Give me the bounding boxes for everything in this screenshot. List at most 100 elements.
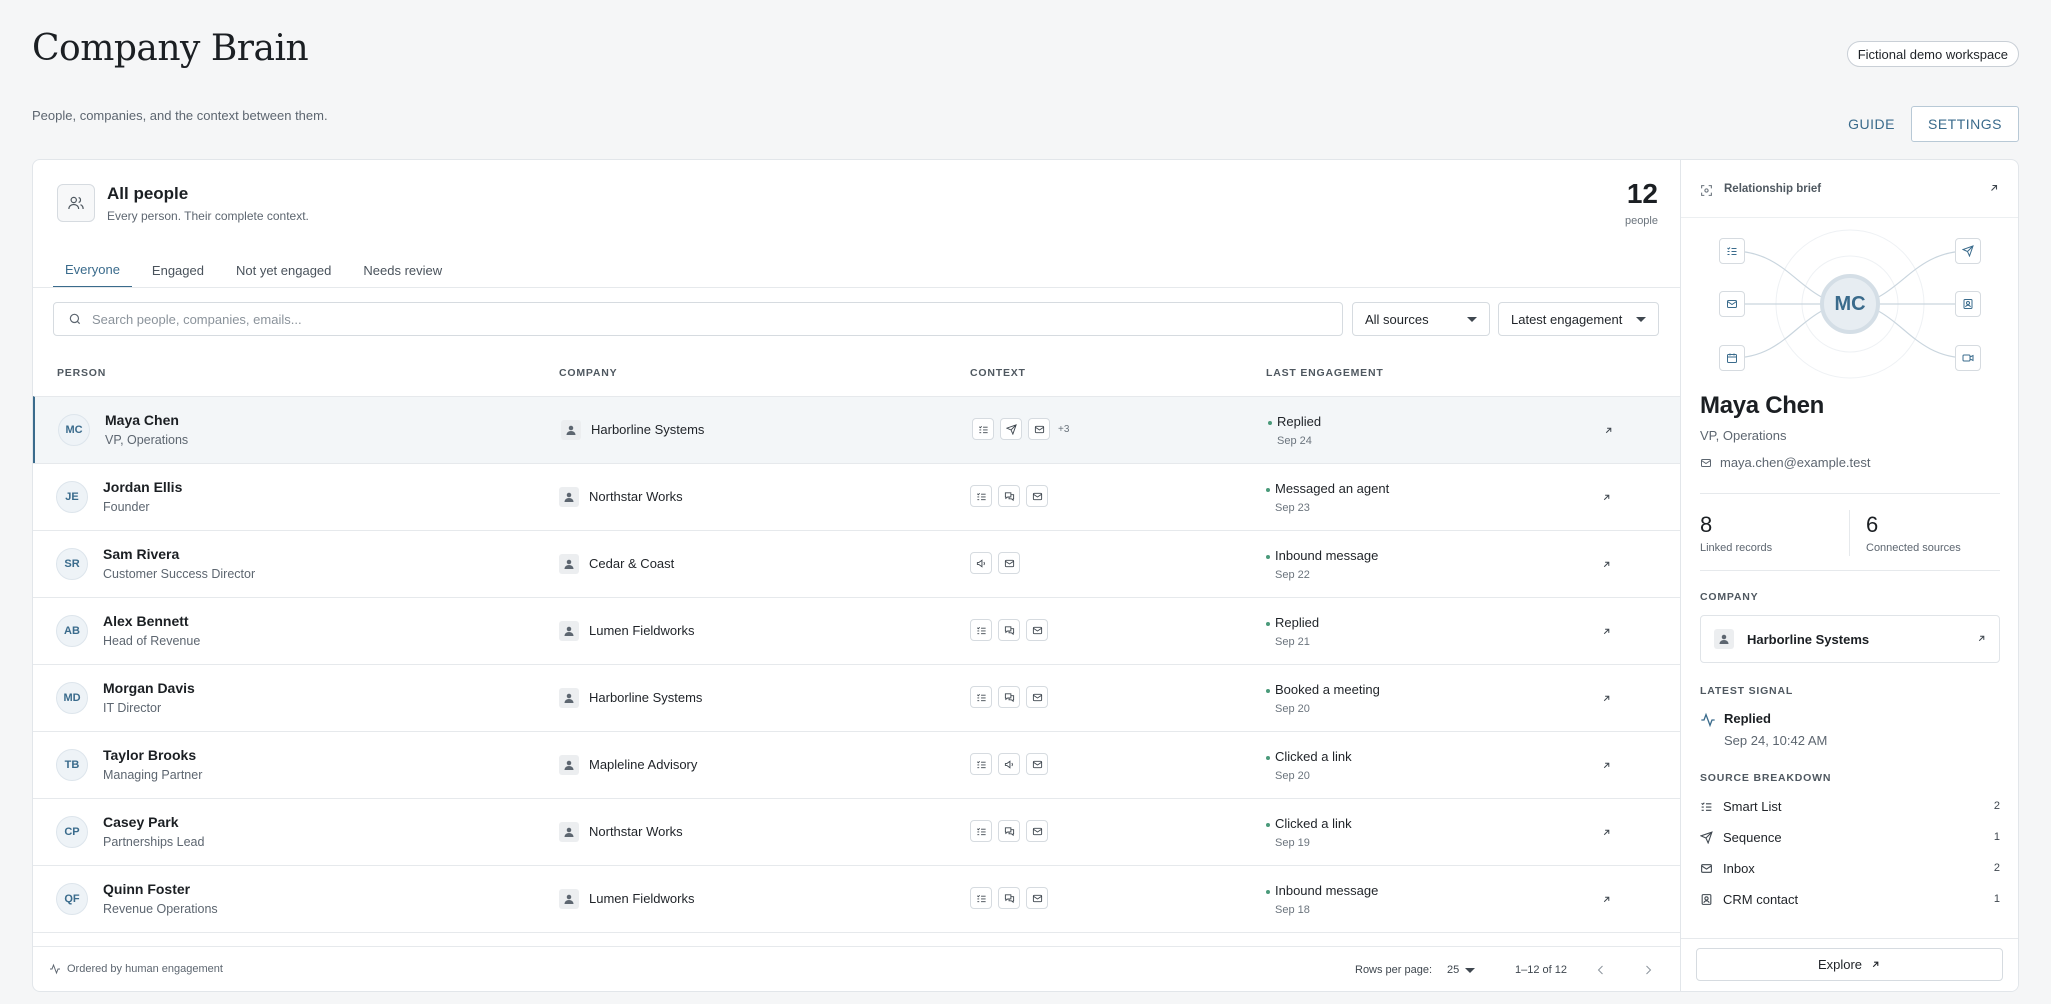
open-row-button[interactable] (1601, 423, 1615, 437)
table-row[interactable]: MC Maya Chen VP, Operations Harborline Syst… (33, 396, 1680, 463)
table-row[interactable]: AB Alex Bennett Head of Revenue Lumen Field… (33, 597, 1680, 664)
company-name[interactable]: Lumen Fieldworks (589, 623, 695, 638)
context-chip[interactable] (970, 887, 992, 909)
column-header-context[interactable]: CONTEXT (970, 367, 1026, 379)
tab-not-yet-engaged[interactable]: Not yet engaged (224, 252, 343, 288)
context-chip[interactable] (1028, 418, 1050, 440)
expand-brief-button[interactable] (1988, 182, 2000, 194)
context-chip[interactable] (1026, 887, 1048, 909)
graph-node-calendar[interactable] (1719, 345, 1745, 371)
source-row[interactable]: Inbox 2 (1700, 858, 2000, 878)
list-icon (1727, 247, 1737, 255)
company-name[interactable]: Mapleline Advisory (589, 757, 697, 772)
open-row-button[interactable] (1599, 624, 1613, 638)
person-name[interactable]: Jordan Ellis (103, 479, 182, 495)
graph-node-list[interactable] (1719, 238, 1745, 264)
source-row[interactable]: Sequence 1 (1700, 827, 2000, 847)
sources-select[interactable]: All sources (1352, 302, 1490, 336)
context-chip[interactable] (1000, 418, 1022, 440)
engagement-date: Sep 21 (1275, 636, 1310, 648)
context-chip[interactable] (998, 552, 1020, 574)
chat-icon (1004, 893, 1014, 903)
open-row-button[interactable] (1599, 691, 1613, 705)
context-chip[interactable] (1026, 619, 1048, 641)
open-row-button[interactable] (1599, 825, 1613, 839)
guide-button[interactable]: GUIDE (1838, 106, 1905, 142)
search-box[interactable] (53, 302, 1343, 336)
sort-select[interactable]: Latest engagement (1498, 302, 1659, 336)
open-row-button[interactable] (1599, 557, 1613, 571)
context-chip[interactable] (970, 820, 992, 842)
company-name[interactable]: Cedar & Coast (589, 556, 674, 571)
table-row[interactable]: TB Taylor Brooks Managing Partner Mapleline… (33, 731, 1680, 798)
rows-per-page-select[interactable]: 25 (1447, 964, 1476, 976)
context-chip[interactable] (1026, 753, 1048, 775)
brief-email[interactable]: maya.chen@example.test (1700, 455, 1871, 470)
explore-button[interactable]: Explore (1696, 948, 2003, 981)
context-chip[interactable] (998, 485, 1020, 507)
context-chip[interactable] (998, 753, 1020, 775)
prev-page-button[interactable] (1589, 958, 1613, 982)
context-chip[interactable] (970, 485, 992, 507)
context-chip[interactable] (998, 619, 1020, 641)
column-header-person[interactable]: PERSON (57, 367, 106, 379)
table-row[interactable]: CP Casey Park Partnerships Lead Northstar W… (33, 798, 1680, 865)
column-header-last-engagement[interactable]: LAST ENGAGEMENT (1266, 367, 1384, 379)
person-name[interactable]: Alex Bennett (103, 613, 189, 629)
graph-node-mail[interactable] (1719, 291, 1745, 317)
graph-node-send[interactable] (1955, 238, 1981, 264)
tab-everyone[interactable]: Everyone (53, 252, 132, 288)
company-card[interactable]: Harborline Systems (1700, 615, 2000, 663)
person-name[interactable]: Morgan Davis (103, 680, 195, 696)
engagement-date: Sep 22 (1275, 569, 1310, 581)
source-row[interactable]: CRM contact 1 (1700, 889, 2000, 909)
table-row[interactable]: JE Jordan Ellis Founder Northstar Works Mess… (33, 463, 1680, 530)
context-chip[interactable] (1026, 820, 1048, 842)
graph-node-video[interactable] (1955, 345, 1981, 371)
search-input[interactable] (92, 311, 1239, 327)
next-page-button[interactable] (1636, 958, 1660, 982)
connected-sources-label: Connected sources (1866, 542, 1961, 554)
company-name[interactable]: Harborline Systems (589, 690, 702, 705)
company-name[interactable]: Lumen Fieldworks (589, 891, 695, 906)
context-chip[interactable] (1026, 686, 1048, 708)
settings-button[interactable]: SETTINGS (1910, 106, 2019, 142)
context-more[interactable]: +3 (1058, 424, 1069, 435)
open-row-button[interactable] (1599, 758, 1613, 772)
column-header-company[interactable]: COMPANY (559, 367, 618, 379)
table-row[interactable]: MD Morgan Davis IT Director Harborline Syst… (33, 664, 1680, 731)
tab-needs-review[interactable]: Needs review (351, 252, 454, 288)
brief-header: Relationship brief (1681, 160, 2018, 218)
graph-node-contact[interactable] (1955, 291, 1981, 317)
context-chip[interactable] (998, 686, 1020, 708)
context-chip[interactable] (970, 753, 992, 775)
open-row-button[interactable] (1599, 490, 1613, 504)
breakdown-section-label: SOURCE BREAKDOWN (1700, 772, 1832, 784)
context-chip[interactable] (972, 418, 994, 440)
list-icon (976, 626, 986, 634)
person-name[interactable]: Quinn Foster (103, 881, 190, 897)
table-row[interactable]: QF Quinn Foster Revenue Operations Lumen Fi… (33, 865, 1680, 932)
brief-avatar: MC (1834, 292, 1866, 315)
context-chip[interactable] (1026, 485, 1048, 507)
context-chip[interactable] (970, 619, 992, 641)
open-company-button[interactable] (1976, 633, 1987, 644)
context-chip[interactable] (970, 686, 992, 708)
person-name[interactable]: Maya Chen (105, 412, 179, 428)
tab-engaged[interactable]: Engaged (140, 252, 216, 288)
source-row[interactable]: Smart List 2 (1700, 796, 2000, 816)
arrow-up-right-icon (1603, 829, 1609, 835)
company-name[interactable]: Northstar Works (589, 824, 683, 839)
context-chip[interactable] (970, 552, 992, 574)
person-name[interactable]: Sam Rivera (103, 546, 179, 562)
context-chip[interactable] (998, 820, 1020, 842)
open-row-button[interactable] (1599, 892, 1613, 906)
person-name[interactable]: Taylor Brooks (103, 747, 196, 763)
mail-icon (1727, 300, 1737, 308)
company-name[interactable]: Northstar Works (589, 489, 683, 504)
chevron-down-icon (1467, 316, 1477, 322)
person-name[interactable]: Casey Park (103, 814, 179, 830)
context-chip[interactable] (998, 887, 1020, 909)
table-row[interactable]: SR Sam Rivera Customer Success Director Ced… (33, 530, 1680, 597)
company-name[interactable]: Harborline Systems (591, 422, 704, 437)
